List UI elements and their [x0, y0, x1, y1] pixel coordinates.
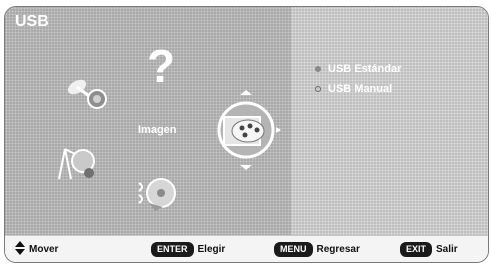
- radio-empty-icon: [315, 86, 321, 92]
- enter-label: Elegir: [197, 244, 226, 255]
- exit-key[interactable]: EXIT: [400, 242, 433, 257]
- usb-menu-window: USB ? Imagen USB Estándar USB Manual Mov…: [4, 6, 489, 263]
- hint-exit: EXIT Salir: [400, 242, 458, 257]
- antenna-icon[interactable]: [51, 143, 101, 185]
- enter-key[interactable]: ENTER: [151, 242, 194, 257]
- menu-main-area: USB ? Imagen USB Estándar USB Manual: [5, 7, 488, 235]
- hint-enter: ENTER Elegir: [151, 242, 225, 257]
- hint-menu: MENU Regresar: [274, 242, 360, 257]
- options-list: USB Estándar USB Manual: [315, 59, 401, 99]
- up-down-arrows-icon: [15, 241, 25, 258]
- menu-key[interactable]: MENU: [274, 242, 313, 257]
- image-settings-icon[interactable]: [205, 89, 287, 171]
- option-usb-estandar[interactable]: USB Estándar: [315, 59, 401, 79]
- menu-title: USB: [15, 13, 49, 30]
- option-label: USB Manual: [328, 83, 393, 95]
- radio-filled-icon: [315, 66, 321, 72]
- menu-options-panel: USB Estándar USB Manual: [291, 7, 488, 235]
- selected-item-label: Imagen: [138, 124, 177, 136]
- option-usb-manual[interactable]: USB Manual: [315, 79, 401, 99]
- disc-icon[interactable]: [133, 173, 183, 215]
- move-label: Mover: [29, 244, 59, 255]
- menu-left-panel: USB ? Imagen: [5, 7, 291, 235]
- footer-help-bar: Mover ENTER Elegir MENU Regresar EXIT Sa…: [5, 235, 488, 262]
- question-icon[interactable]: ?: [147, 43, 175, 89]
- hint-move: Mover: [15, 241, 59, 258]
- option-label: USB Estándar: [328, 63, 402, 75]
- menu-label: Regresar: [316, 244, 360, 255]
- exit-label: Salir: [436, 244, 458, 255]
- satellite-icon[interactable]: [63, 73, 111, 113]
